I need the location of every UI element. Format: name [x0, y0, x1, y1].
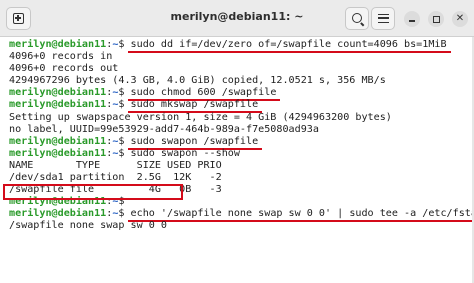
swap-table-header: NAME TYPE SIZE USED PRIO [9, 159, 222, 171]
minimize-button[interactable] [404, 11, 420, 27]
command-text: sudo swapon --show [130, 147, 240, 159]
command-line: merilyn@debian11:~$ sudo mkswap /swapfil… [9, 99, 474, 114]
prompt-end: $ [118, 135, 131, 147]
output-line: no label, UUID=99e53929-add7-464b-989a-f… [9, 123, 319, 135]
terminal-output[interactable]: merilyn@debian11:~$ sudo dd if=/dev/zero… [0, 37, 474, 283]
command-line: merilyn@debian11:~$ echo '/swapfile none… [9, 208, 474, 223]
command-text: sudo swapon /swapfile [130, 135, 259, 147]
prompt-user: merilyn@debian11 [9, 39, 107, 50]
maximize-icon [432, 15, 440, 23]
minimize-icon [409, 20, 415, 22]
command-text: echo '/swapfile none swap sw 0 0' | sudo… [130, 208, 474, 220]
prompt-user: merilyn@debian11 [9, 147, 107, 159]
command-line: merilyn@debian11:~$ sudo swapon /swapfil… [9, 135, 474, 150]
output-line: 4096+0 records in [9, 51, 113, 63]
command-line: merilyn@debian11:~$ sudo dd if=/dev/zero… [9, 39, 474, 53]
command-line: merilyn@debian11:~$ sudo chmod 600 /swap… [9, 87, 474, 102]
command-text: sudo mkswap /swapfile [130, 99, 259, 111]
command-text: sudo chmod 600 /swapfile [130, 87, 277, 99]
maximize-button[interactable] [428, 11, 444, 27]
prompt-user: merilyn@debian11 [9, 87, 107, 99]
prompt-end: $ [118, 147, 131, 159]
prompt-end: $ [118, 87, 131, 99]
prompt-end: $ [118, 99, 131, 111]
output-line: /swapfile none swap sw 0 0 [9, 220, 168, 232]
prompt-user: merilyn@debian11 [9, 99, 107, 111]
swapfile-highlight-box [3, 184, 183, 200]
output-line: 4096+0 records out [9, 63, 119, 75]
menu-button[interactable] [371, 7, 395, 30]
terminal-window: merilyn@debian11: ~ ✕ merilyn@debian11:~… [0, 0, 474, 283]
close-button[interactable]: ✕ [452, 11, 468, 27]
search-button[interactable] [345, 7, 369, 30]
prompt-user: merilyn@debian11 [9, 208, 107, 220]
prompt-end: $ [118, 208, 131, 220]
swap-table-row: /dev/sda1 partition 2.5G 12K -2 [9, 172, 222, 184]
search-icon [352, 13, 362, 23]
hamburger-menu-icon [378, 14, 389, 23]
title-bar: merilyn@debian11: ~ ✕ [0, 0, 474, 37]
prompt-end: $ [118, 39, 131, 50]
prompt-user: merilyn@debian11 [9, 135, 107, 147]
window-title: merilyn@debian11: ~ [170, 10, 304, 23]
command-line: merilyn@debian11:~$ sudo swapon --show [9, 148, 474, 160]
close-icon: ✕ [455, 13, 465, 24]
output-line: Setting up swapspace version 1, size = 4… [9, 111, 392, 123]
output-line: 4294967296 bytes (4.3 GB, 4.0 GiB) copie… [9, 75, 386, 87]
command-text: sudo dd if=/dev/zero of=/swapfile count=… [130, 39, 447, 50]
